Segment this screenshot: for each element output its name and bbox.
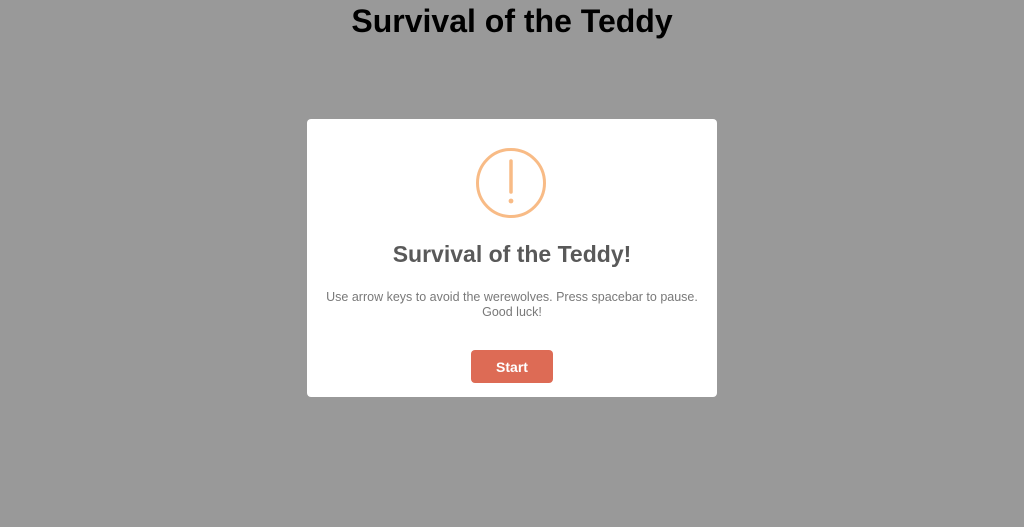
dialog-title: Survival of the Teddy!: [392, 241, 632, 267]
page-title: Survival of the Teddy: [351, 3, 673, 39]
start-dialog: Survival of the Teddy! Use arrow keys to…: [307, 119, 717, 397]
start-button[interactable]: Start: [471, 350, 553, 383]
warning-icon: [476, 148, 546, 218]
dialog-instructions: Use arrow keys to avoid the werewolves. …: [326, 290, 698, 319]
